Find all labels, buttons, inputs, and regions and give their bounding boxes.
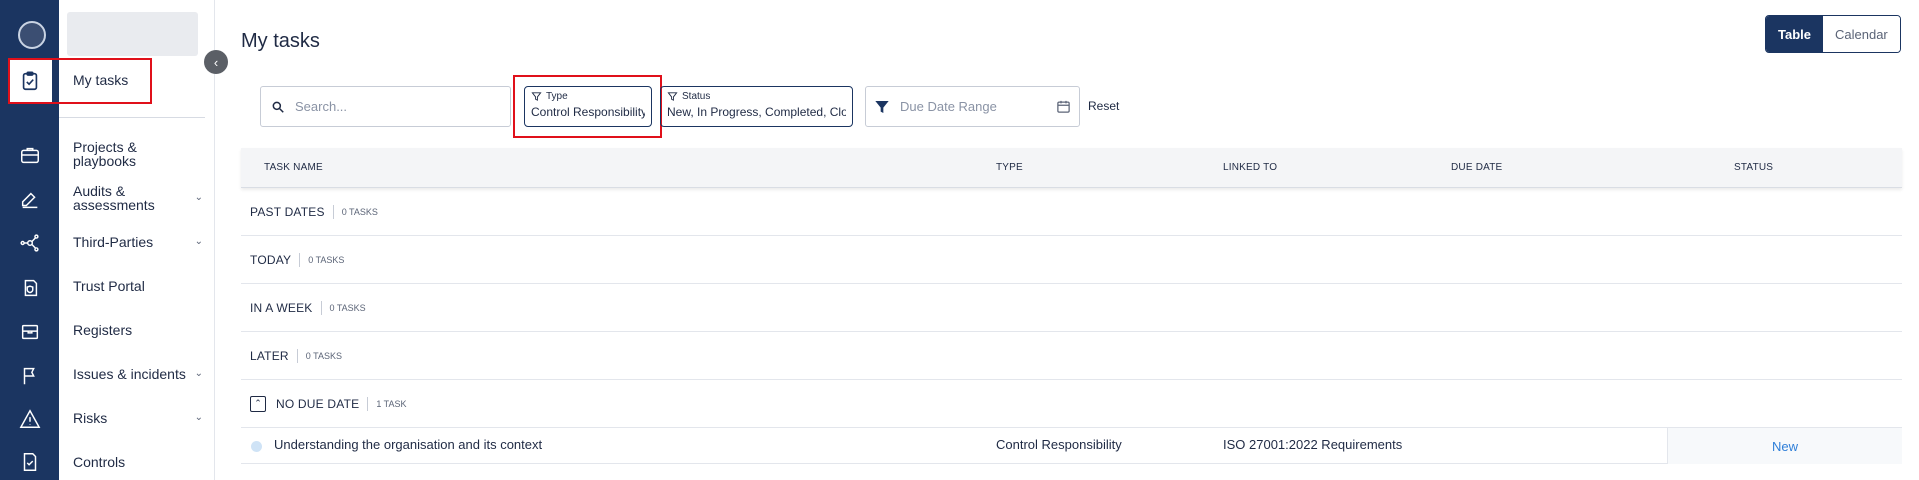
group-header: PAST DATES 0 TASKS (241, 188, 1902, 236)
chevron-left-icon: ‹ (213, 54, 219, 70)
sidebar-item-risks[interactable]: Risks ⌄ (73, 411, 203, 425)
filter-icon (531, 92, 542, 101)
shield-doc-icon (24, 279, 38, 297)
sidebar-item-label: Controls (73, 454, 126, 470)
highlight-box (8, 58, 152, 104)
group-count: 0 TASKS (329, 302, 366, 313)
sidebar-collapse-button[interactable]: ‹ (204, 50, 228, 74)
app-root: My tasks Projects & playbooks Audits & a… (0, 0, 1919, 480)
group-header: IN A WEEK 0 TASKS (241, 284, 1902, 332)
sidebar-item-label: Registers (73, 322, 133, 338)
sidebar-item-trust-portal[interactable]: Trust Portal (73, 279, 203, 293)
group-header: TODAY 0 TASKS (241, 236, 1902, 284)
chevron-down-icon[interactable]: ⌄ (195, 191, 203, 205)
chevron-down-icon[interactable]: ⌄ (195, 411, 203, 425)
sidebar-item-label: Third-Parties (73, 234, 154, 250)
calendar-view-button[interactable]: Calendar (1823, 16, 1900, 52)
sidebar-item-label: Projects & playbooks (73, 139, 137, 169)
rail-trust-portal[interactable] (14, 272, 46, 304)
sidebar-item-label: Audits & assessments (73, 183, 155, 213)
table-view-button[interactable]: Table (1766, 16, 1823, 52)
collapse-group-icon[interactable]: ⌃ (250, 395, 266, 412)
column-header[interactable]: TASK NAME (264, 162, 323, 173)
group-count: 0 TASKS (305, 350, 342, 361)
filter-solid-icon (875, 100, 889, 113)
sidebar-item-label: Issues & incidents (73, 366, 186, 382)
column-header[interactable]: STATUS (1734, 162, 1773, 173)
edit-icon (21, 192, 38, 209)
column-header[interactable]: TYPE (996, 162, 1023, 173)
group-header: LATER 0 TASKS (241, 332, 1902, 380)
search-box (260, 86, 511, 127)
group-count: 1 TASK (376, 398, 407, 409)
warning-icon (19, 409, 41, 428)
page-title: My tasks (241, 30, 320, 52)
group-name: IN A WEEK (250, 300, 313, 315)
sidebar-item-label: Risks (73, 410, 108, 426)
status-filter[interactable]: Status New, In Progress, Completed, Clo.… (660, 86, 853, 127)
group-name: TODAY (250, 252, 292, 267)
calendar-icon[interactable] (1056, 99, 1071, 114)
sidebar-item-label: Trust Portal (73, 278, 145, 294)
group-name: PAST DATES (250, 204, 325, 219)
column-header[interactable]: DUE DATE (1451, 162, 1502, 173)
table-header: TASK NAME TYPE LINKED TO DUE DATE STATUS (241, 148, 1902, 188)
sidebar-item-projects[interactable]: Projects & playbooks (73, 140, 203, 168)
task-type: Control Responsibility (996, 437, 1122, 452)
flag-icon (23, 367, 35, 385)
rail-registers[interactable] (14, 316, 46, 348)
rail-risks[interactable] (14, 403, 46, 435)
rail-controls[interactable] (14, 446, 46, 478)
reset-button[interactable]: Reset (1088, 99, 1119, 113)
rail-projects[interactable] (14, 139, 46, 171)
sidebar-item-third-parties[interactable]: Third-Parties ⌄ (73, 235, 203, 249)
sidebar-item-registers[interactable]: Registers (73, 323, 203, 337)
sidebar-item-audits[interactable]: Audits & assessments ⌄ (73, 184, 203, 212)
status-dot-icon (251, 441, 262, 452)
column-header[interactable]: LINKED TO (1223, 162, 1277, 173)
sidebar-divider (59, 117, 205, 118)
archive-icon (21, 324, 39, 340)
view-toggle: Table Calendar (1765, 15, 1901, 53)
group-count: 0 TASKS (308, 254, 345, 265)
chevron-down-icon[interactable]: ⌄ (195, 235, 203, 249)
table-row[interactable]: Understanding the organisation and its c… (241, 428, 1902, 464)
group-header: ⌃ NO DUE DATE 1 TASK (241, 380, 1902, 428)
search-input[interactable] (295, 99, 495, 114)
chevron-down-icon[interactable]: ⌄ (195, 367, 203, 381)
rail-issues[interactable] (14, 360, 46, 392)
sidebar-item-controls[interactable]: Controls (73, 455, 203, 469)
status-filter-label: Status (682, 91, 711, 102)
type-filter[interactable]: Type Control Responsibility (524, 86, 652, 127)
filter-icon (667, 92, 678, 101)
type-filter-value: Control Responsibility (531, 105, 645, 119)
task-name[interactable]: Understanding the organisation and its c… (274, 437, 542, 452)
rail-audits[interactable] (14, 184, 46, 216)
sidebar-item-issues[interactable]: Issues & incidents ⌄ (73, 367, 203, 381)
status-badge[interactable]: New (1667, 428, 1902, 464)
briefcase-icon (21, 147, 39, 164)
group-name: NO DUE DATE (276, 396, 360, 411)
status-filter-value: New, In Progress, Completed, Clo... (667, 105, 846, 119)
type-filter-label: Type (546, 91, 568, 102)
group-count: 0 TASKS (341, 206, 378, 217)
due-date-range-field[interactable]: Due Date Range (865, 86, 1080, 127)
avatar[interactable] (18, 21, 46, 49)
org-logo-placeholder (67, 12, 198, 56)
rail-third-parties[interactable] (14, 227, 46, 259)
task-linked-to[interactable]: ISO 27001:2022 Requirements (1223, 437, 1402, 452)
doc-check-icon (23, 453, 37, 471)
search-icon (272, 101, 284, 113)
network-icon (20, 234, 39, 252)
due-date-range-placeholder: Due Date Range (900, 99, 997, 114)
group-name: LATER (250, 348, 289, 363)
